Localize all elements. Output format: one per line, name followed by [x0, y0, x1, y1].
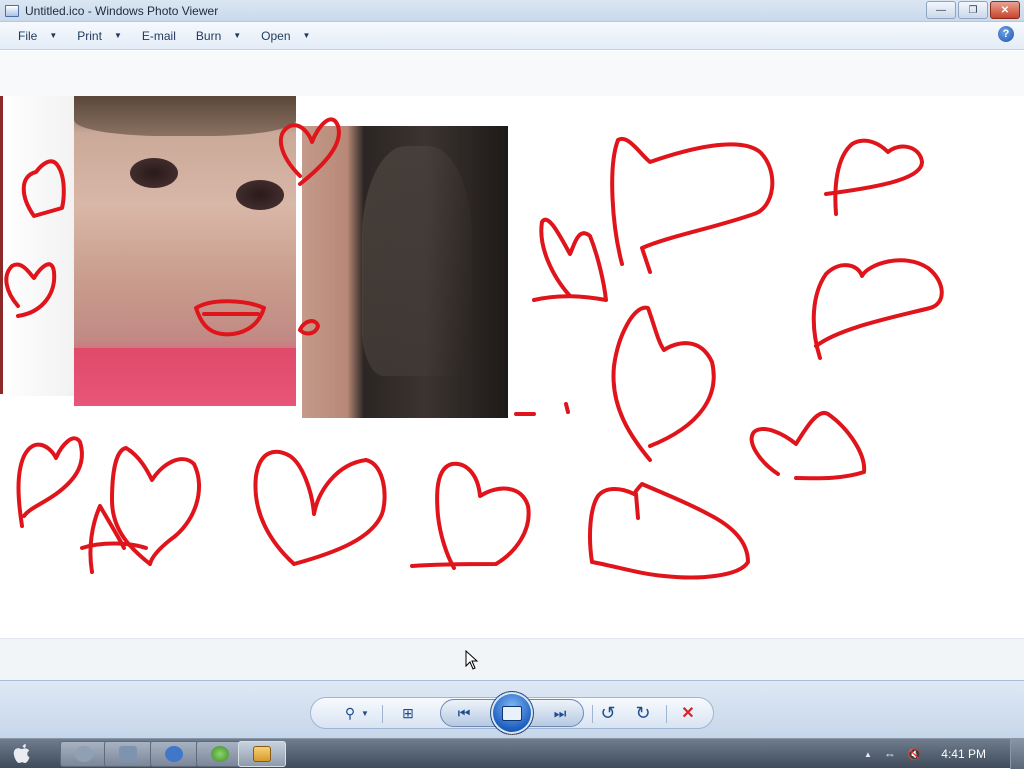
folder-icon [119, 746, 137, 762]
disk-icon [75, 746, 93, 762]
lips-doodle [194, 299, 266, 337]
chevron-down-icon: ▼ [49, 31, 58, 40]
chevron-down-icon: ▼ [302, 31, 311, 40]
restore-button[interactable]: ❐ [958, 1, 988, 19]
show-hidden-icons-icon[interactable]: ▲ [864, 750, 872, 759]
heart-doodle [410, 461, 531, 570]
media-player-icon [211, 746, 229, 762]
heart-doodle [4, 262, 57, 318]
previous-icon[interactable]: ⏮ [452, 703, 476, 723]
photo-viewer-app-icon [5, 4, 19, 17]
separator [666, 705, 667, 723]
image-viewer [0, 96, 1024, 638]
heart-doodle [21, 159, 66, 218]
chevron-down-icon[interactable]: ▼ [360, 703, 370, 723]
rotate-counterclockwise-icon[interactable]: ↺ [596, 703, 620, 723]
viewer-top-margin [0, 51, 1024, 96]
viewer-bottom-margin [0, 638, 1024, 680]
taskbar-media-player[interactable] [196, 741, 244, 767]
heart-doodle [279, 117, 341, 186]
rotate-clockwise-icon[interactable]: ↻ [631, 703, 655, 723]
menu-open[interactable]: Open ▼ [251, 25, 320, 47]
minimize-button[interactable]: — [926, 1, 956, 19]
menu-email-label: E-mail [141, 28, 176, 43]
heart-doodle [811, 258, 944, 360]
heart-doodle [611, 305, 716, 462]
taskbar-file-explorer[interactable] [104, 741, 152, 767]
photo-viewer-icon [253, 746, 271, 762]
clock[interactable]: 4:41 PM [941, 747, 986, 761]
slideshow-button[interactable] [490, 691, 534, 735]
network-icon[interactable]: ⇔ [884, 747, 896, 761]
heart-doodle [588, 482, 750, 580]
mouse-cursor-icon [465, 650, 479, 670]
menu-open-label: Open [261, 28, 291, 43]
help-icon[interactable]: ? [998, 26, 1014, 42]
heart-doodle [298, 319, 320, 336]
heart-doodle [253, 449, 387, 566]
internet-explorer-icon [165, 746, 183, 762]
heart-doodle [824, 138, 924, 216]
separator [592, 705, 593, 723]
next-icon[interactable]: ⏭ [548, 703, 572, 723]
volume-muted-icon[interactable]: 🔇 [908, 748, 922, 761]
menu-print-label: Print [77, 28, 102, 43]
chevron-down-icon: ▼ [113, 31, 122, 40]
window-controls: — ❐ ✕ [926, 1, 1020, 19]
ink-dash [564, 402, 570, 414]
title-bar: Untitled.ico - Windows Photo Viewer — ❐ … [0, 0, 1024, 22]
menu-file-label: File [18, 28, 38, 43]
taskbar-photo-viewer[interactable] [238, 741, 286, 767]
heart-doodle [610, 136, 775, 274]
taskbar-disk-utility[interactable] [60, 741, 108, 767]
apple-icon [13, 744, 30, 763]
heart-doodle [749, 410, 867, 481]
menu-burn[interactable]: Burn ▼ [186, 25, 251, 47]
close-button[interactable]: ✕ [990, 1, 1020, 19]
taskbar: ▲ ⇔ 🔇 4:41 PM [0, 738, 1024, 769]
start-button[interactable] [10, 742, 34, 766]
menu-bar: File ▼ Print ▼ E-mail Burn ▼ Open ▼ ? [0, 22, 1024, 50]
actual-size-icon[interactable]: ⊞ [396, 703, 420, 723]
viewer-control-bar: ⚲ ▼ ⊞ ⏮ ⏭ ↺ ↻ ✕ [0, 680, 1024, 738]
menu-burn-label: Burn [195, 28, 222, 43]
taskbar-internet-explorer[interactable] [150, 741, 198, 767]
zoom-icon[interactable]: ⚲ [338, 703, 362, 723]
drawn-hearts [4, 117, 944, 580]
separator [382, 705, 383, 723]
delete-icon[interactable]: ✕ [676, 703, 700, 723]
heart-doodle [16, 436, 84, 528]
menu-file[interactable]: File ▼ [8, 25, 67, 47]
window-title: Untitled.ico - Windows Photo Viewer [25, 3, 219, 18]
menu-print[interactable]: Print ▼ [67, 25, 132, 47]
heart-doodle [532, 217, 608, 302]
slideshow-icon [502, 705, 522, 721]
show-desktop-button[interactable] [1010, 739, 1024, 769]
chevron-down-icon: ▼ [233, 31, 242, 40]
menu-email[interactable]: E-mail [132, 25, 186, 47]
